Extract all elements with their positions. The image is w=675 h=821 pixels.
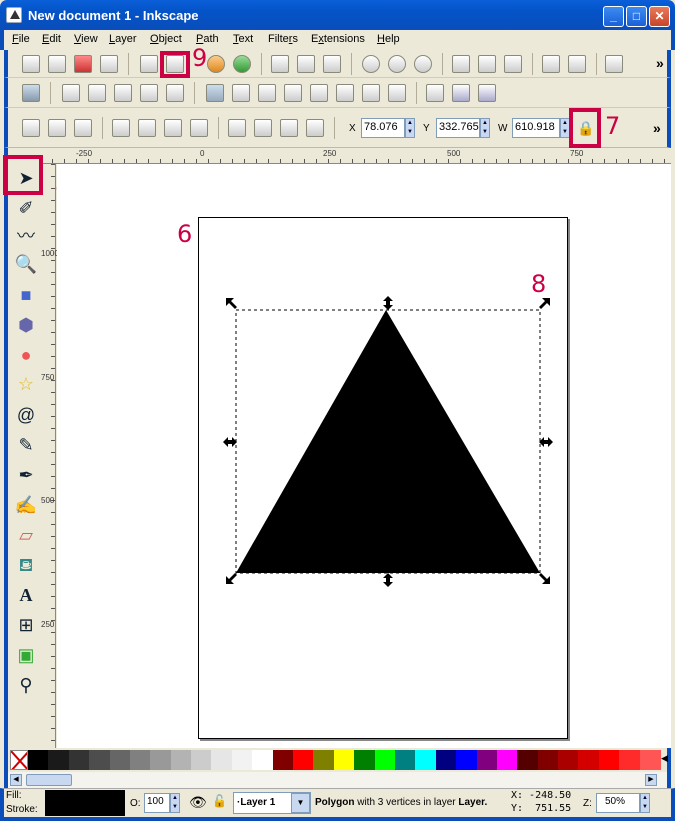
stroke-label: Stroke: xyxy=(6,804,38,815)
color-swatch[interactable] xyxy=(435,750,457,770)
color-swatch[interactable] xyxy=(333,750,355,770)
horizontal-scrollbar[interactable]: ◀ ▶ xyxy=(4,772,671,788)
color-swatch[interactable] xyxy=(272,750,294,770)
color-swatch[interactable] xyxy=(89,750,111,770)
color-swatch[interactable] xyxy=(639,750,661,770)
color-swatch[interactable] xyxy=(619,750,641,770)
handle-top-right[interactable] xyxy=(539,298,550,309)
triangle-polygon[interactable] xyxy=(236,310,540,573)
fill-stroke-indicator[interactable] xyxy=(45,790,125,816)
zoom-label: Z: xyxy=(583,798,592,809)
handle-top[interactable] xyxy=(383,296,393,310)
color-swatch[interactable] xyxy=(293,750,315,770)
swatch-row xyxy=(28,748,661,772)
color-swatch[interactable] xyxy=(150,750,172,770)
status-message: Polygon with 3 vertices in layer Layer. xyxy=(315,797,488,808)
zoom-input[interactable]: 50% xyxy=(596,793,640,813)
scroll-left-icon[interactable]: ◀ xyxy=(10,774,22,786)
color-swatch[interactable] xyxy=(252,750,274,770)
color-swatch[interactable] xyxy=(598,750,620,770)
color-swatch[interactable] xyxy=(211,750,233,770)
selection-overlay xyxy=(223,296,553,587)
lock-layer-icon[interactable]: 🔓 xyxy=(212,794,227,808)
cursor-y: Y: 751.55 xyxy=(511,803,572,814)
color-swatch[interactable] xyxy=(394,750,416,770)
color-swatch[interactable] xyxy=(456,750,478,770)
color-swatch[interactable] xyxy=(48,750,70,770)
opacity-input[interactable]: 100 xyxy=(144,793,170,813)
palette-scroll-icon[interactable]: ◀ xyxy=(661,753,668,764)
handle-right[interactable] xyxy=(539,437,553,447)
scroll-thumb[interactable] xyxy=(26,774,72,786)
handle-bottom-right[interactable] xyxy=(539,573,550,584)
stroke-width: 14 xyxy=(114,805,125,815)
handle-bottom-left[interactable] xyxy=(226,573,237,584)
color-swatch[interactable] xyxy=(109,750,131,770)
scroll-right-icon[interactable]: ▶ xyxy=(645,774,657,786)
color-swatch[interactable] xyxy=(68,750,90,770)
color-swatch[interactable] xyxy=(313,750,335,770)
color-swatch[interactable] xyxy=(496,750,518,770)
color-swatch[interactable] xyxy=(170,750,192,770)
color-swatch[interactable] xyxy=(354,750,376,770)
handle-top-left[interactable] xyxy=(226,298,237,309)
color-swatch[interactable] xyxy=(28,750,49,770)
color-swatch[interactable] xyxy=(517,750,539,770)
color-swatch[interactable] xyxy=(129,750,151,770)
chevron-down-icon[interactable]: ▼ xyxy=(291,793,310,813)
zoom-spinner[interactable]: ▲ ▼ xyxy=(640,793,650,813)
cursor-x: X: -248.50 xyxy=(511,790,572,801)
visibility-eye-icon[interactable]: 👁 xyxy=(189,794,207,811)
color-swatch[interactable] xyxy=(578,750,600,770)
color-palette: ◀ xyxy=(4,748,671,772)
color-swatch[interactable] xyxy=(476,750,498,770)
color-swatch[interactable] xyxy=(558,750,580,770)
color-swatch[interactable] xyxy=(191,750,213,770)
color-swatch[interactable] xyxy=(374,750,396,770)
fill-label: Fill: xyxy=(6,790,22,801)
color-swatch[interactable] xyxy=(537,750,559,770)
handle-bottom[interactable] xyxy=(383,573,393,587)
no-paint-swatch[interactable] xyxy=(10,750,28,770)
opacity-label: O: xyxy=(130,798,141,809)
handle-left[interactable] xyxy=(223,437,237,447)
color-swatch[interactable] xyxy=(231,750,253,770)
opacity-spinner[interactable]: ▲ ▼ xyxy=(170,793,180,813)
color-swatch[interactable] xyxy=(415,750,437,770)
